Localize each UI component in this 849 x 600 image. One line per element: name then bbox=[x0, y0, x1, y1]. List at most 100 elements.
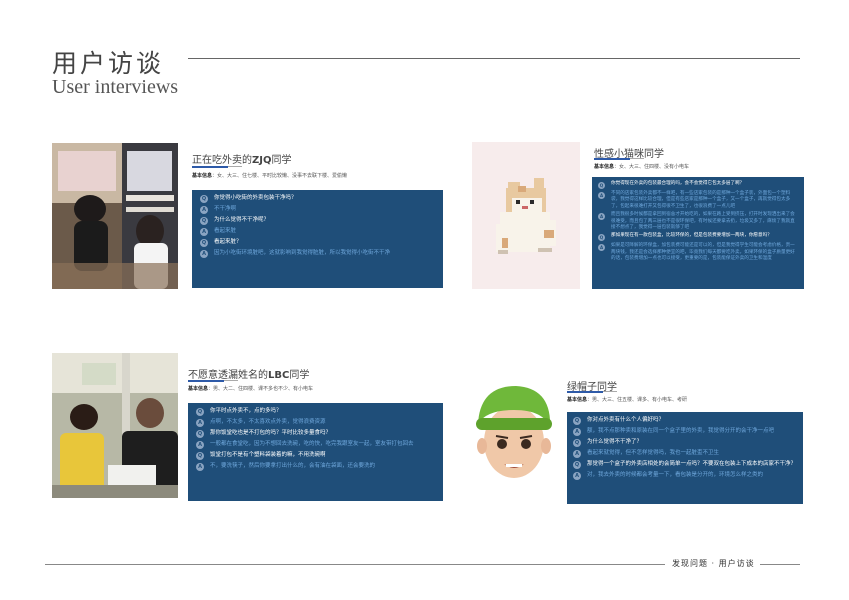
page-title-cn: 用户访谈 bbox=[52, 49, 165, 78]
answer-text: 不干净啊 bbox=[214, 206, 237, 212]
qa-row: Q 你觉得现在外卖的包装最合理的吗，会不会觉得它包太多层了啊？ bbox=[598, 181, 798, 189]
answer-text: 而且我很多时候都是拿回到宿舍才开始吃的，如果在路上受到挤压，打开时发现洒出来了会… bbox=[611, 212, 795, 231]
question-text: 那你饭堂吃也是不打包的吗？平时比较多量食吗？ bbox=[210, 430, 332, 436]
qa-row: A 对，我去外卖的时候都会考量一下，看包装是分开的，环境怎么样之类的 bbox=[573, 471, 797, 480]
question-text: 你平时点外卖不，点的多吗？ bbox=[210, 408, 282, 414]
answer-text: 额，我不点那种卖和原装在同一个盒子里的外卖，我觉得分开的会干净一点吧 bbox=[587, 428, 775, 434]
question-badge: Q bbox=[196, 430, 204, 438]
qa-row: A 一般都在食堂吃，因为不想回去洗碗，吃的快，吃完我跟室友一起，室友带打包回去 bbox=[196, 440, 435, 449]
question-text: 为什么觉得不干净了？ bbox=[587, 439, 643, 445]
qa-row: A 点啊，不太多，不太喜欢点外卖，觉得浪费资源 bbox=[196, 418, 435, 427]
qa-panel-zjq: Q 你觉得小吃街的外卖包装干净吗？ A 不干净啊 Q 为什么觉得不干净呢？ A 看起来脏… bbox=[192, 190, 443, 288]
card-info-lbc: 基本信息：男、大二、住四楼、课不多也不少、有小电车 bbox=[188, 386, 314, 392]
interview-photo-zjq bbox=[52, 143, 178, 289]
qa-row: Q 饭堂打包不是有个塑料袋装着的嘛，不用洗碗啊 bbox=[196, 451, 435, 460]
answer-text: 不同的店家包装外卖都不一样吧，有一些店家包装的是那种一个盒子装，外面包一个塑料袋… bbox=[611, 191, 791, 209]
qa-row: A 因为小吃街环境脏吧，这就影响到我觉得脏脏，所以我觉得小吃街不干净 bbox=[200, 249, 435, 258]
info-text: 女、大三、住四楼、没有小电车 bbox=[619, 164, 690, 170]
qa-row: Q 你对点外卖有什么个人偏好吗？ bbox=[573, 416, 797, 425]
qa-panel-cat: Q 你觉得现在外卖的包装最合理的吗，会不会觉得它包太多层了啊？ A 不同的店家包装外… bbox=[592, 177, 804, 289]
question-badge: Q bbox=[196, 452, 204, 460]
qa-row: Q 看起来脏？ bbox=[200, 238, 435, 247]
footer-divider-right bbox=[760, 564, 800, 565]
question-badge: Q bbox=[200, 195, 208, 203]
info-label: 基本信息 bbox=[567, 397, 588, 403]
question-badge: Q bbox=[200, 217, 208, 225]
qa-row: Q 为什么觉得不干净了？ bbox=[573, 438, 797, 447]
question-badge: Q bbox=[598, 234, 605, 242]
question-badge: Q bbox=[573, 417, 581, 425]
answer-text: 看起来脏 bbox=[214, 228, 237, 234]
answer-badge: A bbox=[598, 192, 605, 199]
answer-badge: A bbox=[573, 428, 581, 436]
answer-text: 不，要洗筷子，然后你要拿打出什么的，会有油在袋面，还会要洗的 bbox=[210, 463, 376, 469]
card-info-cat: 基本信息：女、大三、住四楼、没有小电车 bbox=[594, 164, 690, 170]
card-info-green-hat: 基本信息：男、大三、住五楼、课多、有小电车、考研 bbox=[567, 397, 688, 403]
answer-text: 一般都在食堂吃，因为不想回去洗碗，吃的快，吃完我跟室友一起，室友带打包回去 bbox=[210, 441, 414, 447]
title-accent-bar bbox=[188, 380, 224, 382]
info-label: 基本信息 bbox=[188, 386, 209, 392]
answer-text: 如果是可降解的环保盒，加包装费可能还是可以的，但是我觉得学生可能会考虑价格，贵一… bbox=[611, 243, 795, 262]
title-accent-bar-grey bbox=[228, 166, 242, 167]
card-title-name: ZJQ bbox=[252, 155, 272, 166]
question-text: 饭堂打包不是有个塑料袋装着的嘛，不用洗碗啊 bbox=[210, 452, 326, 458]
question-badge: Q bbox=[598, 182, 605, 189]
answer-badge: A bbox=[598, 244, 605, 252]
card-title-suffix: 同学 bbox=[289, 370, 310, 381]
title-accent-bar bbox=[192, 166, 228, 168]
question-text: 你对点外卖有什么个人偏好吗？ bbox=[587, 417, 665, 423]
question-badge: Q bbox=[196, 408, 204, 416]
answer-badge: A bbox=[196, 441, 204, 449]
title-accent-bar-grey bbox=[224, 380, 238, 381]
answer-text: 因为小吃街环境脏吧，这就影响到我觉得脏脏，所以我觉得小吃街不干净 bbox=[214, 250, 391, 256]
card-title-suffix: 同学 bbox=[271, 155, 292, 166]
qa-row: A 不同的店家包装外卖都不一样吧，有一些店家包装的是那种一个盒子装，外面包一个塑料… bbox=[598, 191, 798, 210]
question-text: 那觉得一个盒子的外卖店相处的会简单一点吗？不要双在包装上下成本的店家不干净？ bbox=[587, 461, 797, 467]
answer-badge: A bbox=[598, 213, 605, 221]
answer-text: 点啊，不太多，不太喜欢点外卖，觉得浪费资源 bbox=[210, 419, 326, 425]
qa-row: A 看起来脏 bbox=[200, 227, 435, 236]
question-badge: Q bbox=[200, 239, 208, 247]
info-label: 基本信息 bbox=[594, 164, 615, 170]
answer-text: 看起来就觉得，但不怎样觉得吗，我也一起脏歪不卫生 bbox=[587, 450, 720, 456]
interview-photo-cat bbox=[472, 142, 580, 289]
card-title-lbc: 不愿意透漏姓名的LBC同学 bbox=[188, 366, 309, 381]
title-accent-bar bbox=[594, 158, 630, 160]
card-title-prefix: 正在吃外卖的 bbox=[192, 155, 252, 166]
info-text: 男、大三、住五楼、课多、有小电车、考研 bbox=[592, 397, 688, 403]
qa-row: A 不，要洗筷子，然后你要拿打出什么的，会有油在袋面，还会要洗的 bbox=[196, 462, 435, 471]
question-text: 你觉得现在外卖的包装最合理的吗，会不会觉得它包太多层了啊？ bbox=[611, 181, 745, 186]
answer-badge: A bbox=[573, 450, 581, 458]
qa-row: A 不干净啊 bbox=[200, 205, 435, 214]
footer-section-label: 发现问题 · 用户访谈 bbox=[672, 559, 755, 568]
qa-row: A 如果是可降解的环保盒，加包装费可能还是可以的，但是我觉得学生可能会考虑价格，贵… bbox=[598, 243, 798, 262]
card-info-zjq: 基本信息：女、大三、住七楼、平时比较懒、没事不去联下楼、爱偷懒 bbox=[192, 173, 348, 179]
qa-row: Q 你平时点外卖不，点的多吗？ bbox=[196, 407, 435, 416]
interview-photo-lbc bbox=[52, 353, 178, 498]
question-badge: Q bbox=[573, 439, 581, 447]
answer-badge: A bbox=[200, 206, 208, 214]
title-accent-bar bbox=[567, 391, 603, 393]
qa-row: Q 那觉得一个盒子的外卖店相处的会简单一点吗？不要双在包装上下成本的店家不干净？ bbox=[573, 460, 797, 469]
answer-badge: A bbox=[196, 419, 204, 427]
question-text: 为什么觉得不干净呢？ bbox=[214, 217, 270, 223]
answer-badge: A bbox=[196, 463, 204, 471]
header-divider bbox=[188, 58, 800, 59]
qa-row: A 而且我很多时候都是拿回到宿舍才开始吃的，如果在路上受到挤压，打开时发现洒出来了… bbox=[598, 212, 798, 231]
question-text: 那如果现在有一款包装盒，比较环保的，但是包装费要增加一两块，你愿意吗？ bbox=[611, 233, 772, 239]
info-text: 男、大二、住四楼、课不多也不少、有小电车 bbox=[213, 386, 314, 392]
qa-row: Q 你觉得小吃街的外卖包装干净吗？ bbox=[200, 194, 435, 203]
info-text: 女、大三、住七楼、平时比较懒、没事不去联下楼、爱偷懒 bbox=[217, 173, 348, 179]
title-accent-bar-grey bbox=[630, 158, 644, 159]
footer-divider-left bbox=[45, 564, 665, 565]
answer-badge: A bbox=[200, 250, 208, 258]
card-title-zjq: 正在吃外卖的ZJQ同学 bbox=[192, 151, 291, 166]
qa-row: Q 那如果现在有一款包装盒，比较环保的，但是包装费要增加一两块，你愿意吗？ bbox=[598, 233, 798, 242]
qa-row: Q 为什么觉得不干净呢？ bbox=[200, 216, 435, 225]
answer-badge: A bbox=[200, 228, 208, 236]
qa-row: Q 那你饭堂吃也是不打包的吗？平时比较多量食吗？ bbox=[196, 429, 435, 438]
question-text: 看起来脏？ bbox=[214, 239, 242, 245]
qa-panel-green-hat: Q 你对点外卖有什么个人偏好吗？ A 额，我不点那种卖和原装在同一个盒子里的外卖，我… bbox=[567, 412, 803, 504]
qa-row: A 额，我不点那种卖和原装在同一个盒子里的外卖，我觉得分开的会干净一点吧 bbox=[573, 427, 797, 436]
info-label: 基本信息 bbox=[192, 173, 213, 179]
